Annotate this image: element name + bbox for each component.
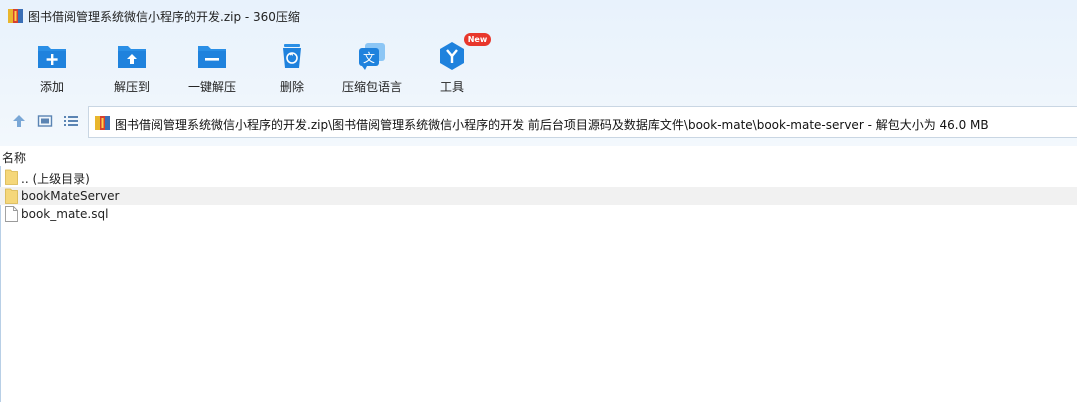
title-bar: 图书借阅管理系统微信小程序的开发.zip - 360压缩 [0,0,1077,32]
folder-icon [5,188,18,204]
column-name-header[interactable]: 名称 [2,149,26,166]
one-click-extract-button[interactable]: 一键解压 [172,32,252,96]
folder-icon [5,169,18,185]
archive-language-icon: 文 [359,43,385,70]
list-item-name: book_mate.sql [21,207,109,221]
archive-language-label: 压缩包语言 [341,80,402,94]
address-bar[interactable]: 图书借阅管理系统微信小程序的开发.zip\图书借阅管理系统微信小程序的开发 前后… [88,106,1077,138]
address-path: 图书借阅管理系统微信小程序的开发.zip\图书借阅管理系统微信小程序的开发 前后… [115,118,989,132]
add-button[interactable]: 添加 [12,32,92,96]
window-title: 图书借阅管理系统微信小程序的开发.zip - 360压缩 [28,10,300,24]
archive-language-button[interactable]: 文 压缩包语言 [332,32,412,96]
new-badge: New [464,33,491,46]
svg-text:文: 文 [363,50,375,65]
one-click-extract-icon [198,46,226,68]
toolbar: 添加 解压到 一键解压 删除 文 压缩包语言 New 工具 [0,32,1077,96]
list-item[interactable]: book_mate.sql [0,205,1077,223]
delete-label: 删除 [279,80,304,94]
add-label: 添加 [39,80,64,94]
list-item-name: .. (上级目录) [21,172,90,186]
file-icon [5,206,18,222]
extract-to-icon [118,46,146,68]
archive-app-icon [8,9,23,23]
archive-file-icon [95,116,110,130]
delete-icon [283,44,301,68]
navigation-bar: 图书借阅管理系统微信小程序的开发.zip\图书借阅管理系统微信小程序的开发 前后… [0,104,1077,140]
tools-label: 工具 [439,80,464,94]
tools-button[interactable]: New 工具 [412,32,492,96]
extract-to-label: 解压到 [113,80,150,94]
add-icon [38,46,66,68]
delete-button[interactable]: 删除 [252,32,332,96]
list-item[interactable]: bookMateServer [0,187,1077,205]
up-arrow-icon[interactable] [11,113,27,129]
column-header[interactable]: 名称 [0,146,1077,166]
list-item-name: bookMateServer [21,189,120,203]
one-click-extract-label: 一键解压 [187,80,236,94]
list-view-icon[interactable] [63,113,79,129]
extract-to-button[interactable]: 解压到 [92,32,172,96]
tools-icon [440,42,464,70]
list-item[interactable]: .. (上级目录) [0,168,1077,186]
thumbnail-view-icon[interactable] [37,113,53,129]
